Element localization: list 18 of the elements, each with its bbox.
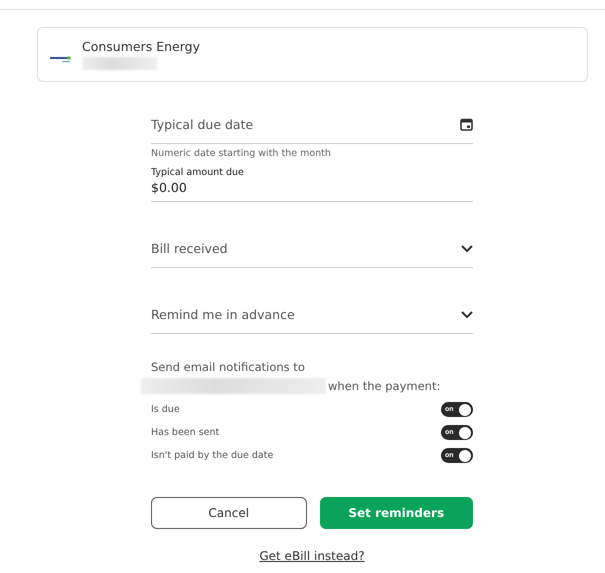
amount-field[interactable]: $0.00	[151, 178, 473, 202]
field-hint: Numeric date starting with the month	[151, 148, 332, 159]
calendar-icon[interactable]	[460, 118, 473, 131]
toggle-label: Is due	[151, 404, 180, 415]
notification-intro: Send email notifications to	[151, 360, 306, 374]
cancel-button[interactable]: Cancel	[151, 497, 306, 529]
dropdown-field[interactable]: Remind me in advance	[151, 300, 473, 334]
chevron-icon	[461, 244, 473, 252]
chevron-icon	[461, 310, 473, 318]
toggle-label: Isn't paid by the due date	[151, 450, 274, 461]
biller-name: Consumers Energy	[82, 39, 200, 54]
due-date-field[interactable]: Typical due date	[151, 110, 473, 144]
dropdown-field[interactable]: Bill received	[151, 234, 473, 268]
notification-suffix: when the payment:	[328, 379, 440, 393]
logo-icon	[50, 56, 72, 64]
ebill-link[interactable]: Get eBill instead?	[259, 549, 365, 563]
toggle-label: Has been sent	[151, 427, 220, 438]
field-label: Typical amount due	[151, 167, 245, 178]
